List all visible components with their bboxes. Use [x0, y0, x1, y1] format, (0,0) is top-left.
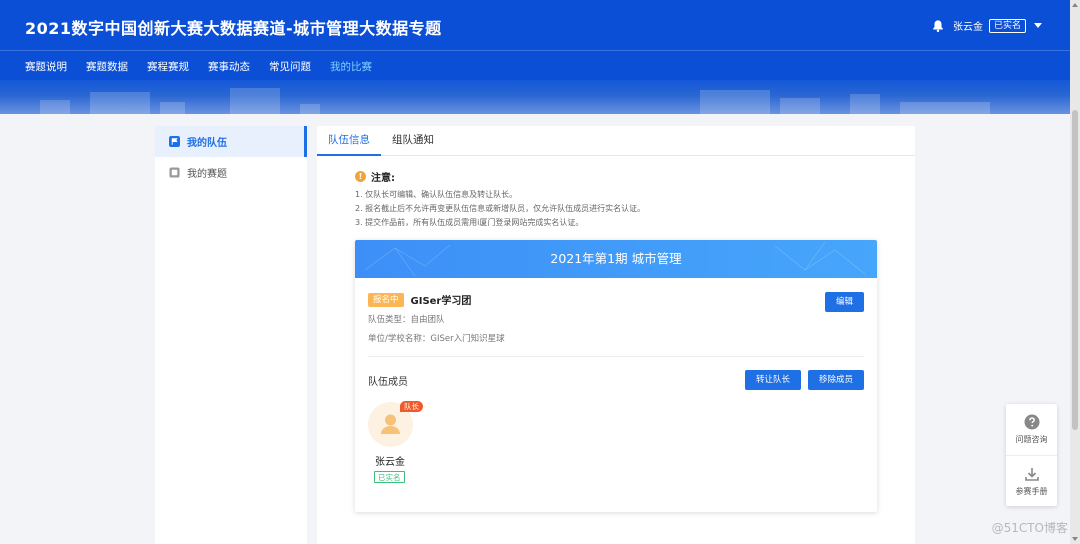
manual-label: 参赛手册	[1015, 486, 1048, 496]
sidebar-item-my-topics[interactable]: 我的赛题	[155, 157, 307, 188]
notice-line: 2. 报名截止后不允许再变更队伍信息或新增队员，仅允许队伍成员进行实名认证。	[355, 204, 646, 213]
notice-title-text: 注意:	[371, 173, 395, 184]
user-menu[interactable]: 张云金 已实名	[931, 18, 1042, 33]
header-banner	[0, 80, 1070, 114]
bell-icon[interactable]	[931, 19, 945, 33]
edit-button[interactable]: 编辑	[825, 292, 864, 312]
nav-item-my-competition[interactable]: 我的比赛	[330, 59, 372, 74]
download-icon	[1024, 467, 1039, 481]
status-badge: 报名中	[368, 292, 404, 307]
card-title: 2021年第1期 城市管理	[550, 251, 682, 266]
nav-divider	[0, 50, 1070, 51]
nav-item-data[interactable]: 赛题数据	[86, 59, 128, 74]
member-name: 张云金	[375, 457, 405, 468]
chevron-down-icon[interactable]	[1034, 23, 1042, 28]
tab-team-notice[interactable]: 组队通知	[381, 126, 445, 156]
transfer-captain-button[interactable]: 转让队长	[745, 370, 801, 390]
notice-block: ! 注意: 1. 仅队长可编辑、确认队伍信息及转让队长。 2. 报名截止后不允许…	[355, 169, 645, 228]
notice-title: ! 注意:	[355, 169, 645, 184]
tab-bar: 队伍信息 组队通知	[317, 126, 915, 156]
members-label: 队伍成员	[368, 377, 408, 388]
captain-badge: 队长	[400, 401, 423, 412]
main-nav: 赛题说明 赛题数据 赛程赛规 赛事动态 常见问题 我的比赛	[25, 59, 391, 74]
nav-item-description[interactable]: 赛题说明	[25, 59, 67, 74]
remove-member-button[interactable]: 移除成员	[808, 370, 864, 390]
info-icon: !	[355, 171, 366, 182]
watermark: @51CTO博客	[991, 521, 1068, 535]
flag-icon	[169, 136, 180, 147]
notice-line: 3. 提交作品前，所有队伍成员需用i厦门登录网站完成实名认证。	[355, 218, 584, 227]
nav-item-schedule[interactable]: 赛程赛规	[147, 59, 189, 74]
team-type: 队伍类型：自由团队	[368, 315, 445, 325]
card-header: 2021年第1期 城市管理	[355, 240, 877, 278]
member-verified-badge: 已实名	[374, 471, 405, 483]
sidebar-item-my-team[interactable]: 我的队伍	[155, 126, 307, 157]
square-icon	[169, 167, 180, 178]
question-icon	[1024, 414, 1039, 430]
divider	[368, 356, 864, 357]
tab-team-info[interactable]: 队伍信息	[317, 126, 381, 156]
verified-badge: 已实名	[988, 18, 1026, 33]
page-scrollbar[interactable]	[1070, 0, 1080, 544]
float-panel: 问题咨询 参赛手册	[1006, 404, 1057, 506]
sidebar: 我的队伍 我的赛题	[155, 126, 307, 544]
manual-button[interactable]: 参赛手册	[1006, 455, 1057, 506]
help-label: 问题咨询	[1015, 435, 1048, 444]
notice-line: 1. 仅队长可编辑、确认队伍信息及转让队长。	[355, 190, 518, 199]
school-name: 单位/学校名称：GISer入门知识星球	[368, 334, 505, 344]
team-row: 报名中 GISer学习团	[368, 292, 471, 307]
scroll-up-icon[interactable]	[1072, 3, 1078, 7]
team-name: GISer学习团	[410, 296, 472, 307]
sidebar-item-label: 我的赛题	[187, 169, 227, 180]
scroll-down-icon[interactable]	[1072, 537, 1078, 541]
header: 2021数字中国创新大赛大数据赛道-城市管理大数据专题 张云金 已实名 赛题说明…	[0, 0, 1070, 114]
user-name[interactable]: 张云金	[953, 18, 983, 33]
team-card: 2021年第1期 城市管理 报名中 GISer学习团 队伍类型：自由团队 单位/…	[355, 240, 877, 512]
nav-item-faq[interactable]: 常见问题	[269, 59, 311, 74]
help-button[interactable]: 问题咨询	[1006, 404, 1057, 455]
sidebar-item-label: 我的队伍	[187, 138, 227, 149]
main-panel: 队伍信息 组队通知 ! 注意: 1. 仅队长可编辑、确认队伍信息及转让队长。 2…	[317, 126, 915, 544]
page-title: 2021数字中国创新大赛大数据赛道-城市管理大数据专题	[25, 19, 442, 38]
scrollbar-thumb[interactable]	[1072, 110, 1078, 430]
nav-item-news[interactable]: 赛事动态	[208, 59, 250, 74]
